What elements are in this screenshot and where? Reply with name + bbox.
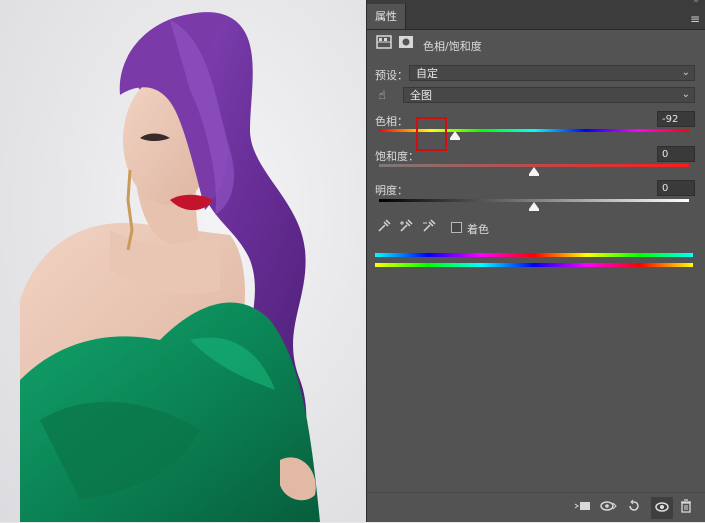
reset-icon[interactable] [625,499,643,517]
panel-tab-bar: 属性 » ≡ [367,0,705,30]
photo-illustration [20,12,320,522]
preset-label: 预设： [375,69,408,82]
eyedropper-subtract-icon[interactable] [421,219,439,237]
properties-panel: 属性 » ≡ 色相/饱和度 预设： 自定 ⌄ ☝ 全图 ⌄ 色相： -92 饱和… [366,0,705,522]
chevron-down-icon: ⌄ [681,89,690,100]
eyedropper-icon[interactable] [375,219,393,237]
colorize-label: 着色 [467,223,489,236]
preset-dropdown[interactable]: 自定 ⌄ [409,65,695,81]
targeted-adjustment-hand-icon[interactable]: ☝ [373,86,391,104]
lightness-label: 明度： [375,184,408,197]
hue-label: 色相： [375,115,408,128]
collapse-icon[interactable]: » [693,0,699,6]
input-color-bar [375,253,693,257]
tab-properties[interactable]: 属性 [367,4,406,29]
chevron-down-icon: ⌄ [681,67,690,78]
lightness-slider-thumb[interactable] [529,202,539,211]
canvas-photo[interactable] [0,0,366,522]
panel-footer [367,492,705,523]
trash-icon[interactable] [677,499,695,517]
saturation-label: 饱和度： [375,150,419,163]
channel-value: 全图 [410,89,432,102]
hue-value-input[interactable]: -92 [657,111,695,127]
output-color-bar [375,263,693,267]
mask-icon[interactable] [397,35,415,53]
panel-title: 色相/饱和度 [423,40,482,53]
hue-saturation-layer-icon [375,35,393,53]
panel-menu-icon[interactable]: ≡ [690,12,700,26]
lightness-value-input[interactable]: 0 [657,180,695,196]
hue-slider-thumb[interactable] [449,131,460,140]
eyedropper-add-icon[interactable] [398,219,416,237]
saturation-slider-thumb[interactable] [529,167,539,176]
clip-to-layer-icon[interactable] [574,499,592,517]
channel-dropdown[interactable]: 全图 ⌄ [403,87,695,103]
view-previous-icon[interactable] [599,499,617,517]
eye-icon[interactable] [651,497,673,519]
highlight-box [416,117,447,151]
preset-value: 自定 [416,67,438,80]
saturation-value-input[interactable]: 0 [657,146,695,162]
colorize-checkbox[interactable] [451,222,462,233]
